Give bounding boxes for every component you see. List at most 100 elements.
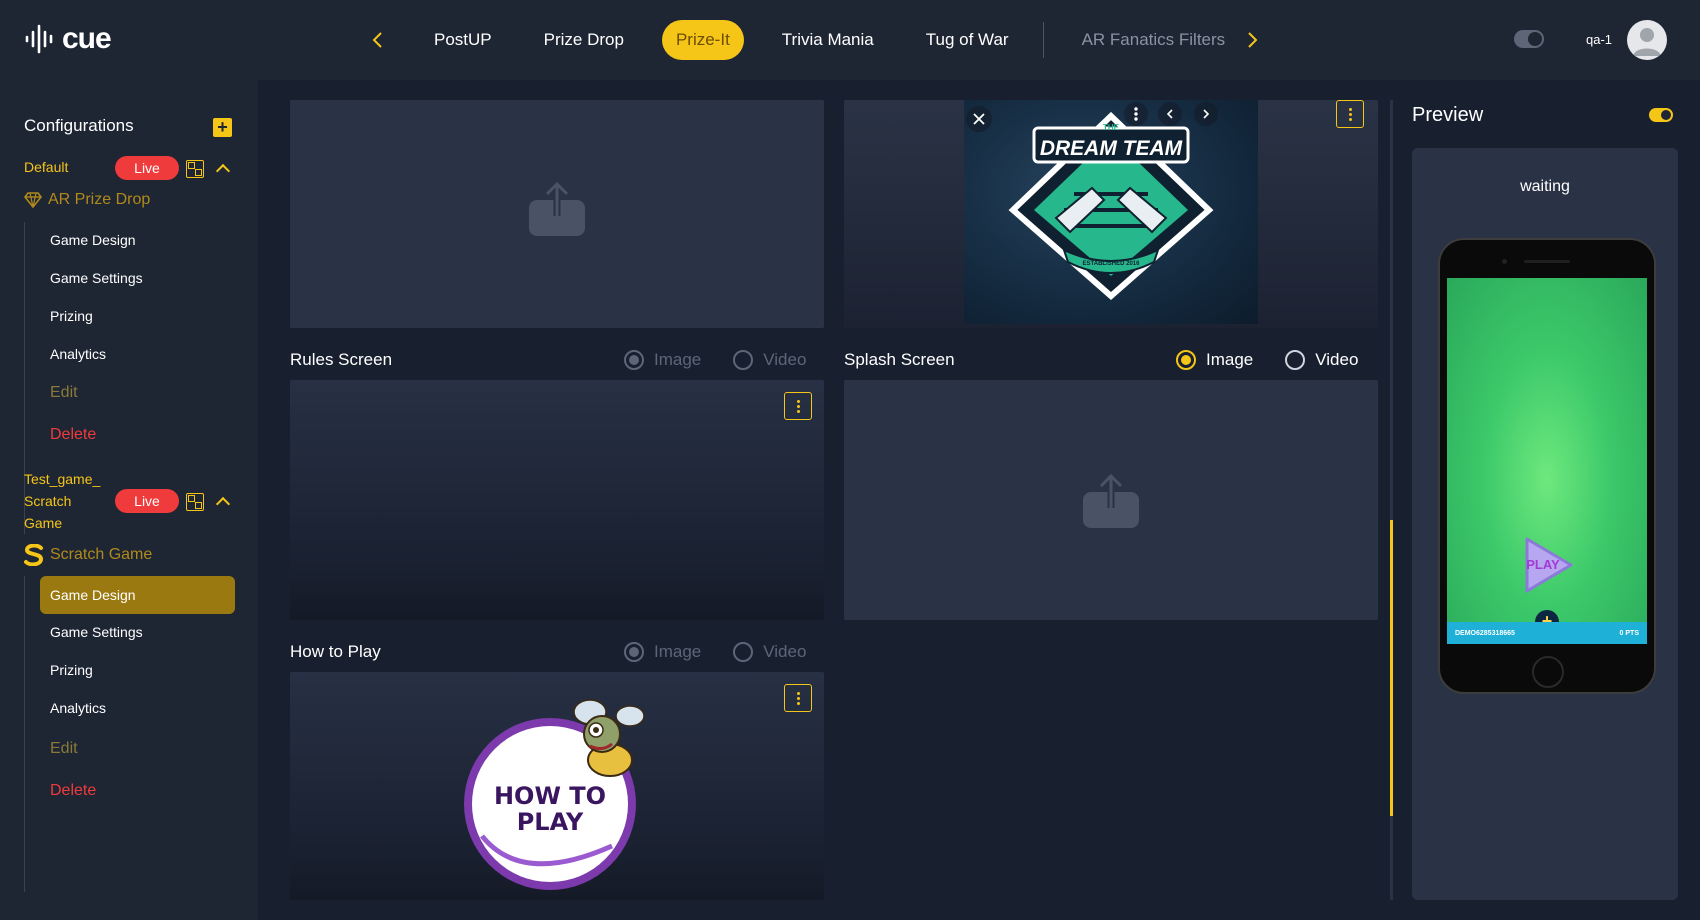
card-menu-button[interactable] [1336,100,1364,128]
game-type-label: Scratch Game [50,546,153,563]
preview-toggle[interactable] [1649,108,1673,122]
card-menu-button[interactable] [784,392,812,420]
avatar[interactable] [1627,20,1667,60]
theme-toggle[interactable] [1514,30,1544,48]
sidebar-item-game-design[interactable]: Game Design [50,232,136,248]
config-name-line: Scratch [24,493,72,509]
sidebar-item-prizing[interactable]: Prizing [50,308,93,324]
soundwave-icon [25,24,53,54]
rules-video-radio[interactable] [733,350,754,370]
logo-text: cue [62,22,112,55]
cue-logo[interactable]: cue [24,22,112,56]
player-id: DEMO6285318665 [1455,629,1515,637]
nav-next-arrow[interactable] [1240,26,1266,54]
splash-video-label: Video [1315,350,1359,369]
rules-screen-card[interactable] [290,380,824,620]
image-prev-button[interactable] [1158,102,1182,126]
tab-postup[interactable]: PostUP [420,20,506,60]
qr-code-icon[interactable] [186,160,204,178]
close-icon [973,113,985,125]
phone-screen: PLAY + DEMO6285318665 0 PTS [1447,278,1647,644]
sidebar-item-delete[interactable]: Delete [50,782,96,800]
howto-line2: PLAY [517,808,584,836]
logo-big-text: DREAM TEAM [1040,137,1183,160]
tree-line [24,576,25,892]
user-icon [1633,28,1661,56]
scrollbar-thumb[interactable] [1390,520,1393,816]
sidebar-item-game-settings[interactable]: Game Settings [50,270,143,286]
top-bar: cue PostUP Prize Drop Prize-It Trivia Ma… [0,0,1700,80]
more-vertical-icon [1134,107,1138,121]
splash-image-radio[interactable] [1176,350,1196,370]
game-tabs: PostUP Prize Drop Prize-It Trivia Mania … [420,20,1263,60]
phone-mockup: PLAY + DEMO6285318665 0 PTS [1438,238,1656,694]
config-default[interactable]: Default [24,156,68,178]
rules-media-type: Image Video [624,350,828,370]
preview-panel: waiting PLAY + DEMO6285318665 0 PTS [1412,148,1678,900]
sidebar: Configurations + Default Live AR Prize D… [0,80,258,920]
game-type-label: AR Prize Drop [48,191,151,208]
card-menu-button[interactable] [784,684,812,712]
tab-tug-of-war[interactable]: Tug of War [912,20,1023,60]
image-next-button[interactable] [1194,102,1218,126]
splash-video-radio[interactable] [1285,350,1306,370]
splash-screen-card[interactable] [844,380,1378,620]
configurations-title: Configurations [24,116,134,135]
game-type-ar-prize-drop: AR Prize Drop [24,191,150,209]
upload-card[interactable] [290,100,824,328]
how-to-play-card[interactable]: HOW TO PLAY [290,672,824,900]
splash-image-label: Image [1206,350,1254,369]
splash-media-type: Image Video [1176,350,1358,370]
howto-line1: HOW TO [494,782,606,810]
rules-image-radio[interactable] [624,350,644,370]
sidebar-item-analytics[interactable]: Analytics [50,346,106,362]
chevron-right-icon [1203,109,1210,119]
howto-image-radio[interactable] [624,642,644,662]
game-type-scratch-game: Scratch Game [24,544,152,566]
sidebar-item-edit[interactable]: Edit [50,384,78,402]
chevron-up-icon[interactable] [215,163,231,179]
tab-divider [1042,22,1044,58]
tab-prize-drop[interactable]: Prize Drop [530,20,638,60]
rules-image-label: Image [654,350,702,369]
sidebar-item-delete[interactable]: Delete [50,426,96,444]
sidebar-item-edit[interactable]: Edit [50,740,78,758]
sidebar-item-game-settings[interactable]: Game Settings [50,624,143,640]
qr-code-icon[interactable] [186,493,204,511]
image-menu-button[interactable] [1124,102,1148,126]
splash-screen-label: Splash Screen [844,350,955,369]
phone-camera [1502,259,1507,264]
sidebar-item-game-design-active[interactable]: Game Design [40,576,235,614]
sidebar-item-prizing[interactable]: Prizing [50,662,93,678]
chevron-up-icon[interactable] [215,496,231,512]
points-value: 0 PTS [1619,629,1639,637]
tab-prize-it[interactable]: Prize-It [661,20,744,60]
config-name-line: Test_game_ [24,471,101,487]
logo-small-text: THE [1103,123,1120,132]
play-icon[interactable]: PLAY [1523,536,1573,594]
user-name: qa-1 [1586,32,1613,47]
sidebar-item-analytics[interactable]: Analytics [50,700,106,716]
config-name-line: Game [24,515,63,531]
add-configuration-button[interactable]: + [213,118,232,137]
diamond-icon [24,192,42,208]
dream-team-image: THE DREAM TEAM ESTABLISHED 2016 [964,100,1258,324]
live-badge: Live [115,156,179,180]
how-to-play-image: HOW TO PLAY [464,699,645,890]
phone-speaker [1524,260,1570,263]
live-badge: Live [115,489,179,513]
upload-icon [529,181,585,236]
dream-team-logo: THE DREAM TEAM ESTABLISHED 2016 [1008,111,1214,300]
scratch-s-icon [24,544,44,566]
config-name: Default [24,159,69,175]
phone-home-button [1532,656,1564,688]
tab-ar-fanatics-filters[interactable]: AR Fanatics Filters [1068,20,1240,60]
logo-ribbon-text: ESTABLISHED 2016 [1083,261,1141,267]
howto-video-radio[interactable] [733,642,754,662]
dream-team-card: THE DREAM TEAM ESTABLISHED 2016 [844,100,1378,328]
config-test-game-scratch[interactable]: Test_game_ Scratch Game [24,468,100,534]
play-label: PLAY [1526,557,1560,572]
tab-trivia-mania[interactable]: Trivia Mania [768,20,888,60]
close-image-button[interactable] [966,106,992,132]
nav-prev-arrow[interactable] [364,26,390,54]
